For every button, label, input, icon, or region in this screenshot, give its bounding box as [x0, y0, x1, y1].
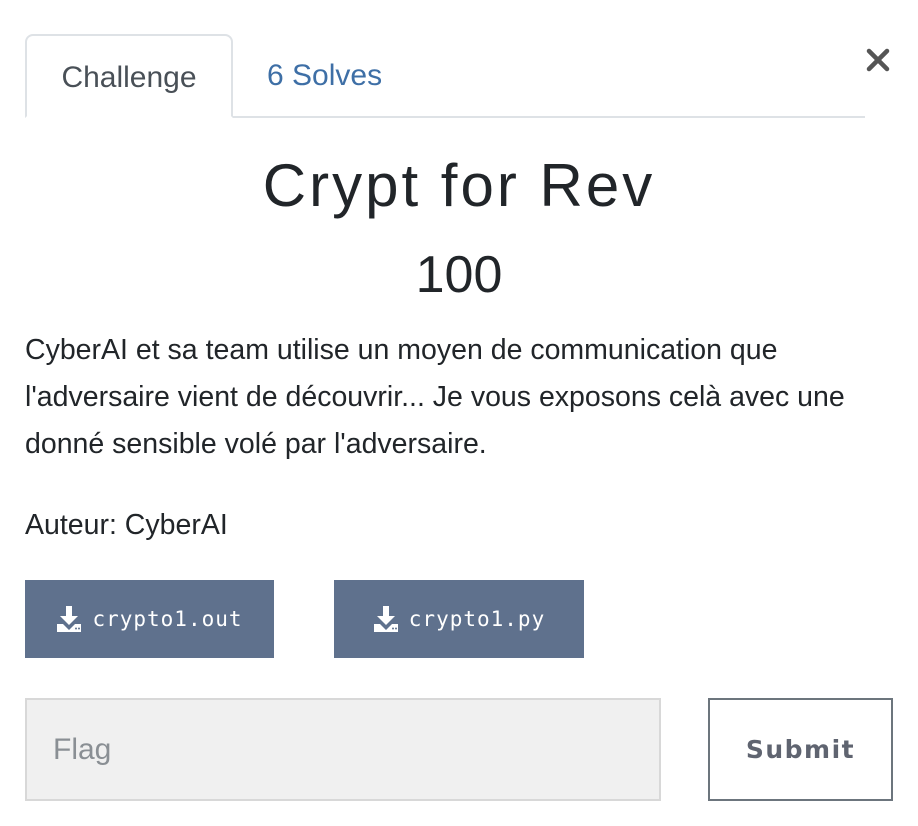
tab-solves[interactable]: 6 Solves	[267, 34, 382, 118]
close-icon	[866, 48, 890, 72]
download-icon	[373, 606, 398, 632]
file-name: crypto1.py	[408, 607, 546, 631]
challenge-value: 100	[415, 246, 503, 304]
download-file-button[interactable]: crypto1.out	[25, 580, 274, 658]
challenge-tabs: Challenge 6 Solves	[25, 34, 865, 118]
challenge-name: Crypt for Rev	[262, 152, 656, 219]
download-icon	[57, 606, 82, 632]
close-button[interactable]	[858, 40, 898, 80]
flag-input[interactable]	[25, 698, 661, 801]
file-name: crypto1.out	[92, 607, 243, 631]
download-file-button[interactable]: crypto1.py	[334, 580, 584, 658]
submit-button[interactable]: Submit	[708, 698, 893, 801]
challenge-author: Auteur: CyberAI	[25, 509, 228, 541]
tab-challenge[interactable]: Challenge	[25, 34, 233, 118]
challenge-description: CyberAI et sa team utilise un moyen de c…	[25, 334, 845, 460]
